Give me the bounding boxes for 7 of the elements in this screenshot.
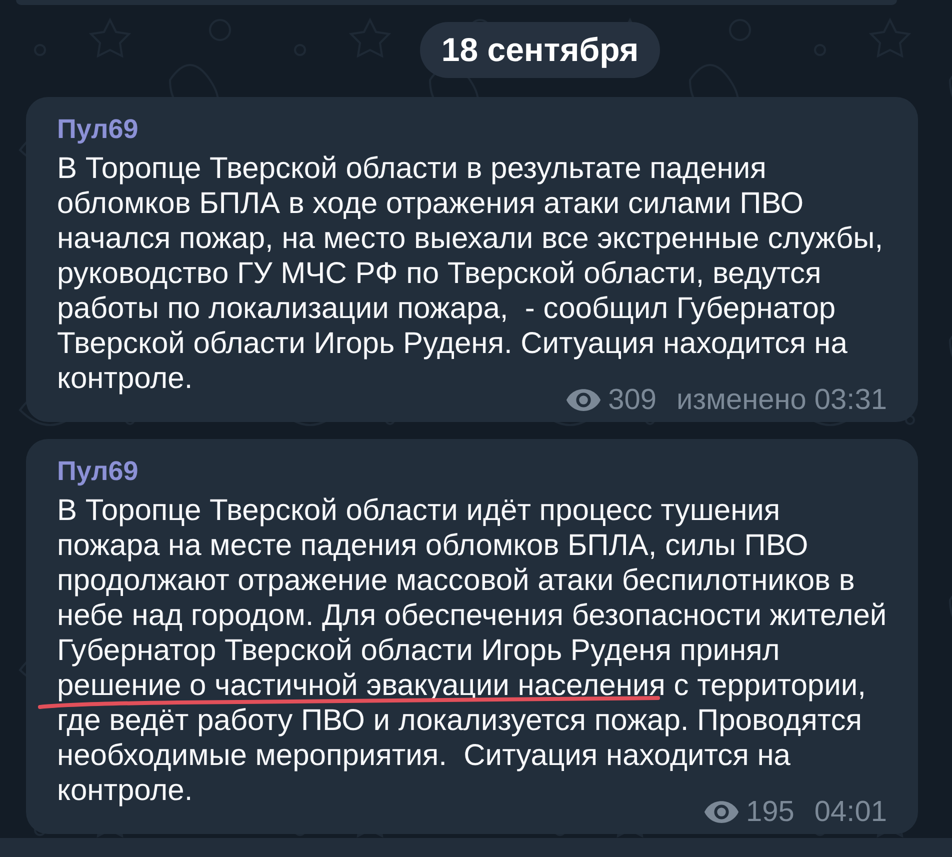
author-name: Пул69 <box>57 114 138 144</box>
message-time: 04:01 <box>814 796 887 828</box>
message-time: изменено 03:31 <box>676 384 887 416</box>
eye-icon <box>566 389 602 411</box>
date-badge: 18 сентября <box>420 22 660 78</box>
author-name: Пул69 <box>57 456 138 486</box>
eye-icon <box>704 801 740 823</box>
